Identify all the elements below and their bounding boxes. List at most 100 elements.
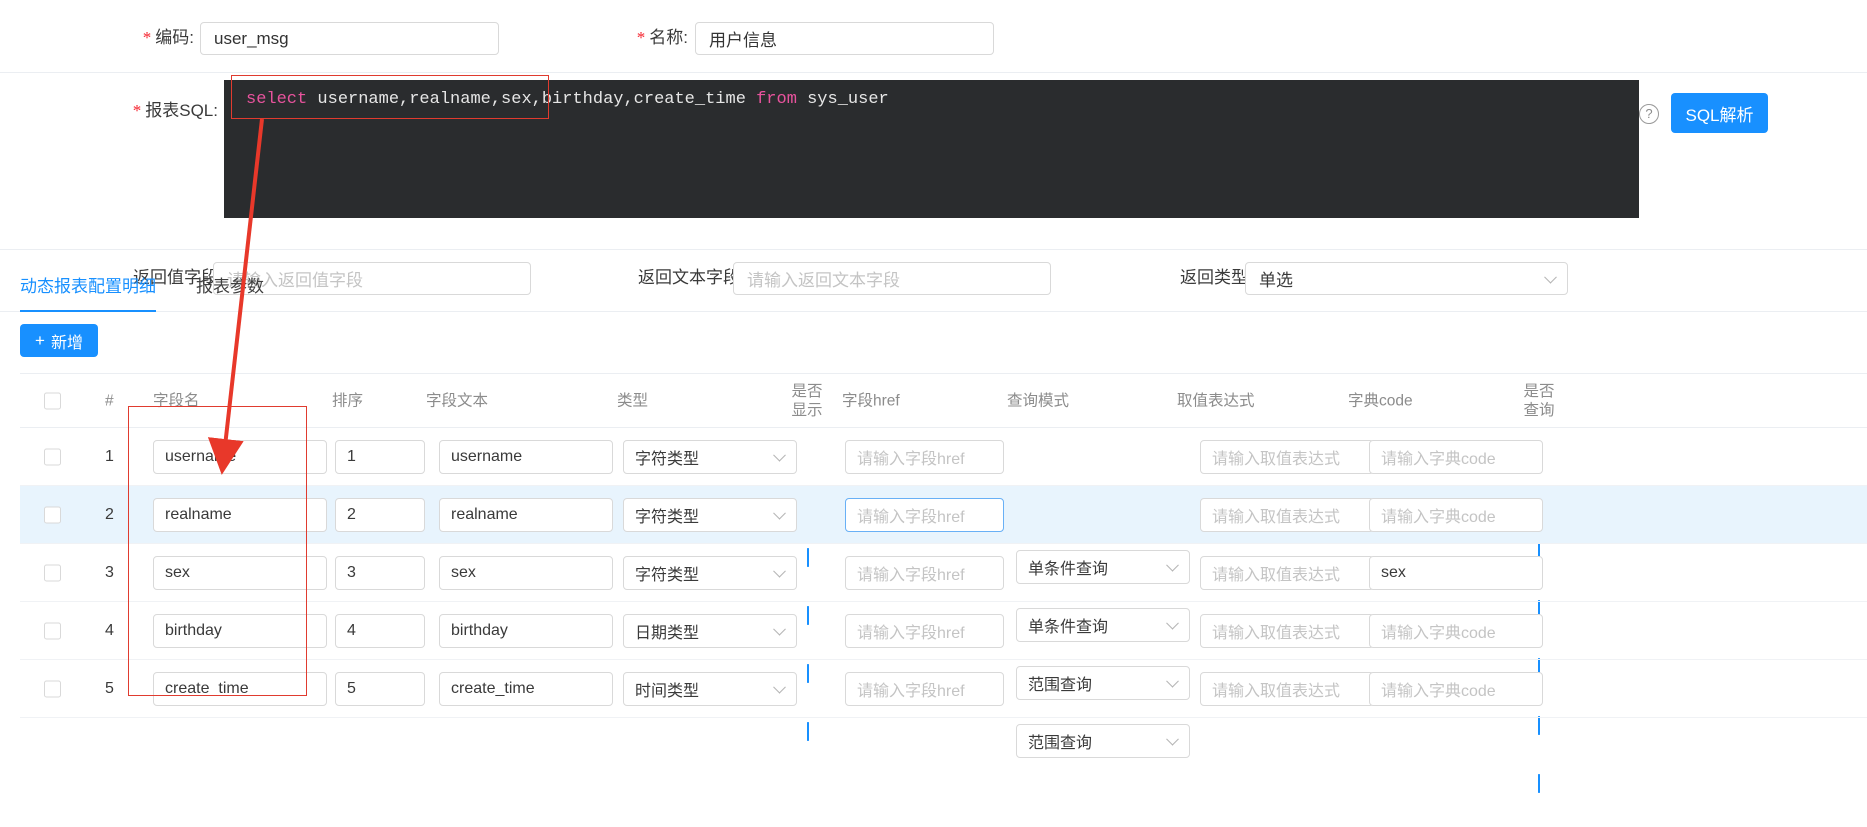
sql-label: * 报表SQL: (132, 101, 218, 120)
value-expression-input[interactable]: 请输入取值表达式 (1200, 439, 1374, 474)
field-href-input[interactable]: 请输入字段href (845, 671, 1004, 706)
th-dict-code: 字典code (1348, 392, 1413, 409)
tab-active-underline (20, 309, 156, 312)
tab-report-params[interactable]: 报表参数 (196, 272, 264, 309)
sql-table-name: sys_user (796, 90, 889, 109)
row-select-checkbox[interactable] (44, 622, 61, 639)
is-query-checkbox[interactable] (1538, 773, 1540, 793)
required-marker: * (132, 101, 142, 120)
row-select-checkbox[interactable] (44, 680, 61, 697)
field-text-input[interactable]: sex (439, 555, 613, 590)
table-header-row: # 字段名 排序 字段文本 类型 是否显示 字段href 查询模式 取值表达式 … (20, 373, 1867, 428)
chevron-down-icon (773, 448, 786, 462)
field-href-input[interactable]: 请输入字段href (845, 439, 1004, 474)
chevron-down-icon (773, 680, 786, 694)
tab-dynamic-report-config[interactable]: 动态报表配置明细 (20, 272, 156, 309)
th-index: # (105, 392, 114, 409)
th-sort: 排序 (332, 392, 364, 409)
field-config-table: # 字段名 排序 字段文本 类型 是否显示 字段href 查询模式 取值表达式 … (20, 373, 1867, 793)
field-text-input[interactable]: birthday (439, 613, 613, 648)
type-select[interactable]: 时间类型 (623, 671, 797, 706)
sort-input[interactable]: 5 (335, 671, 425, 706)
select-all-checkbox[interactable] (44, 392, 61, 409)
value-expression-input[interactable]: 请输入取值表达式 (1200, 497, 1374, 532)
value-expression-input[interactable]: 请输入取值表达式 (1200, 671, 1374, 706)
table-row[interactable]: 4 birthday 4 birthday 日期类型 请输入字段href 范围查询 请输入… (20, 602, 1867, 735)
field-href-input[interactable]: 请输入字段href (845, 497, 1004, 532)
sort-input[interactable]: 4 (335, 613, 425, 648)
chevron-down-icon (773, 622, 786, 636)
value-expression-input[interactable]: 请输入取值表达式 (1200, 613, 1374, 648)
chevron-down-icon (773, 506, 786, 520)
plus-icon: + (35, 331, 45, 350)
sql-parse-button[interactable]: SQL解析 (1671, 93, 1768, 133)
question-circle-icon[interactable]: ? (1639, 104, 1659, 124)
th-is-show: 是否显示 (791, 382, 823, 419)
row-index: 5 (105, 679, 114, 697)
th-type: 类型 (617, 392, 649, 409)
sort-input[interactable]: 3 (335, 555, 425, 590)
th-field-text: 字段文本 (426, 392, 489, 409)
add-button-label: 新增 (50, 334, 83, 352)
code-label: * 编码: (142, 28, 194, 47)
add-button[interactable]: + 新增 (20, 324, 98, 357)
row-select-checkbox[interactable] (44, 506, 61, 523)
table-body: 1username1username字符类型 请输入字段href单条件查询 请输… (20, 428, 1867, 793)
value-expression-input[interactable]: 请输入取值表达式 (1200, 555, 1374, 590)
is-show-checkbox[interactable] (807, 721, 809, 741)
chevron-down-icon (773, 564, 786, 578)
tab-report-params-label: 报表参数 (196, 277, 264, 296)
code-input-value: user_msg (214, 28, 289, 48)
row-index: 2 (105, 505, 114, 523)
divider-mid (0, 249, 1867, 250)
type-select[interactable]: 字符类型 (623, 439, 797, 474)
field-text-input[interactable]: realname (439, 497, 613, 532)
code-input[interactable]: user_msg (200, 22, 499, 55)
row-select-checkbox[interactable] (44, 564, 61, 581)
name-input[interactable]: 用户信息 (695, 22, 994, 55)
th-field-name: 字段名 (153, 392, 200, 409)
divider-top (0, 72, 1867, 73)
sql-parse-button-label: SQL解析 (1685, 105, 1754, 125)
required-marker: * (636, 28, 646, 47)
form-row-basic: * 编码: user_msg * 名称: 用户信息 (0, 0, 1867, 75)
type-select[interactable]: 字符类型 (623, 555, 797, 590)
name-label: * 名称: (636, 28, 688, 47)
field-name-input[interactable]: realname (153, 497, 327, 532)
table-row[interactable]: 1username1username字符类型 请输入字段href单条件查询 请输… (20, 428, 1867, 561)
th-expr: 取值表达式 (1177, 392, 1255, 409)
row-select-checkbox[interactable] (44, 448, 61, 465)
table-row[interactable]: 3 sex 3 sex 字符类型 请输入字段href 单条件查询 请输入取值表达式 sex (20, 544, 1867, 677)
field-text-input[interactable]: username (439, 439, 613, 474)
field-text-input[interactable]: create_time (439, 671, 613, 706)
sort-input[interactable]: 1 (335, 439, 425, 474)
type-select[interactable]: 字符类型 (623, 497, 797, 532)
row-index: 3 (105, 563, 114, 581)
dict-code-input[interactable]: 请输入字典code (1369, 671, 1543, 706)
sql-editor[interactable]: select username,realname,sex,birthday,cr… (224, 80, 1639, 218)
sort-input[interactable]: 2 (335, 497, 425, 532)
dict-code-input[interactable]: sex (1369, 555, 1543, 590)
type-select[interactable]: 日期类型 (623, 613, 797, 648)
dict-code-input[interactable]: 请输入字典code (1369, 439, 1543, 474)
query-mode-select[interactable]: 范围查询 (1016, 723, 1190, 758)
th-is-query: 是否查询 (1523, 382, 1555, 419)
field-name-input[interactable]: birthday (153, 613, 327, 648)
field-name-input[interactable]: sex (153, 555, 327, 590)
dict-code-input[interactable]: 请输入字典code (1369, 613, 1543, 648)
chevron-down-icon (1166, 732, 1179, 746)
field-href-input[interactable]: 请输入字段href (845, 613, 1004, 648)
table-row[interactable]: 2 realname 2 realname 字符类型 请输入字段href 单条件查询 请输… (20, 486, 1867, 619)
field-name-input[interactable]: username (153, 439, 327, 474)
th-field-href: 字段href (842, 392, 900, 409)
field-name-input[interactable]: create_time (153, 671, 327, 706)
name-input-value: 用户信息 (709, 31, 777, 50)
is-query-checkbox[interactable] (1538, 715, 1540, 735)
row-index: 4 (105, 621, 114, 639)
table-row[interactable]: 5 create_time 5 create_time 时间类型 请输入字段href 范围… (20, 660, 1867, 793)
sql-keyword-select: select (246, 90, 308, 109)
sql-column-list: username,realname,sex,birthday,create_ti… (307, 90, 757, 109)
row-index: 1 (105, 447, 114, 465)
dict-code-input[interactable]: 请输入字典code (1369, 497, 1543, 532)
field-href-input[interactable]: 请输入字段href (845, 555, 1004, 590)
